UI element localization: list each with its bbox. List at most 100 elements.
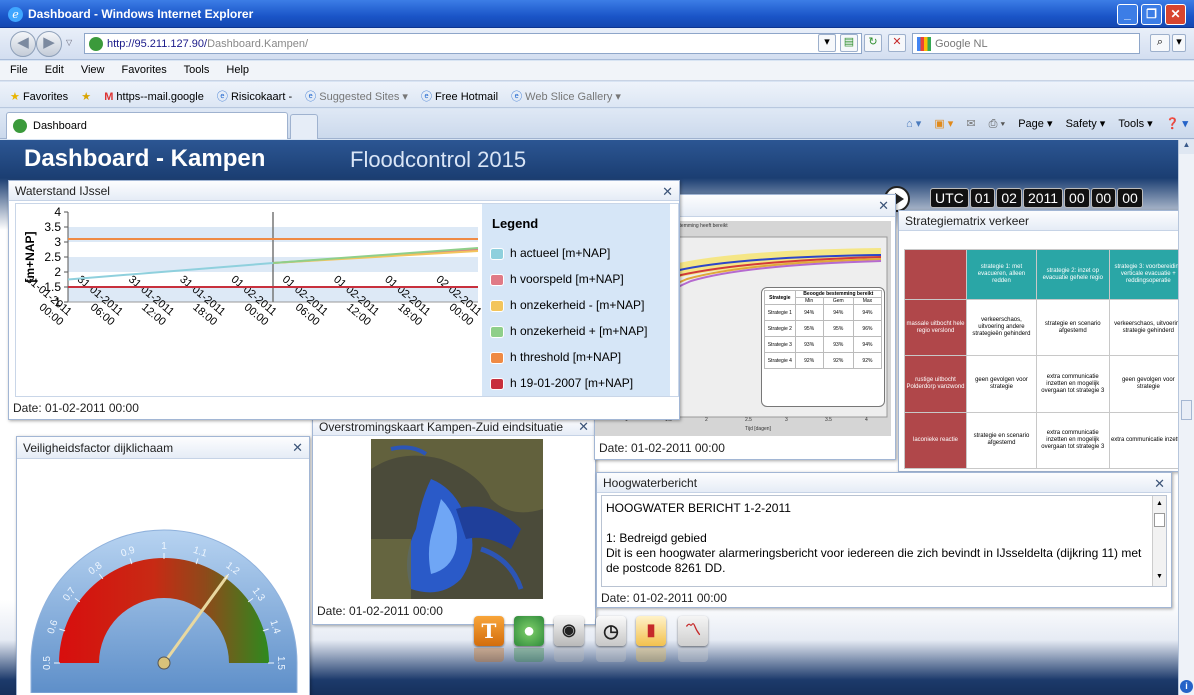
window-titlebar: Dashboard - Windows Internet Explorer <box>0 0 1194 28</box>
matrix-cell: verkeerschaos, uitvoering strategie gehi… <box>1108 299 1178 357</box>
menu-view[interactable]: View <box>81 64 105 76</box>
menu-help[interactable]: Help <box>226 64 249 76</box>
overstroming-date: Date: 01-02-2011 00:00 <box>317 604 443 618</box>
stop-icon[interactable]: ✕ <box>888 34 906 52</box>
evac-table-cell: Strategie 2 <box>764 320 796 337</box>
tab-dashboard[interactable]: Dashboard <box>6 112 288 139</box>
fav-suggested-label: Suggested Sites ▾ <box>319 91 408 103</box>
menu-edit[interactable]: Edit <box>45 64 64 76</box>
y-tick-label: 3 <box>54 235 61 249</box>
camera-icon[interactable]: ◉ <box>554 616 584 646</box>
evac-table-cell: 94% <box>794 304 824 321</box>
search-go-icon[interactable]: ⌕ <box>1150 34 1170 52</box>
scroll-up-icon[interactable]: ▲ <box>1179 140 1194 154</box>
fav-web-slice[interactable]: ⓔ Web Slice Gallery ▾ <box>511 91 621 103</box>
help-icon[interactable]: ❓ ▾ <box>1166 118 1188 130</box>
matrix-corner <box>904 248 967 301</box>
search-options-icon[interactable]: ▾ <box>1172 34 1186 52</box>
evac-table-row: Strategie 4 92% 92% 92% <box>764 352 883 369</box>
forward-button[interactable]: ▶ <box>36 31 62 57</box>
y-tick-label: 2.5 <box>44 250 61 264</box>
safety-menu[interactable]: Safety ▾ <box>1066 118 1106 130</box>
minimize-button[interactable]: _ <box>1117 4 1138 25</box>
globe-icon[interactable]: ● <box>514 616 544 646</box>
hoogwater-header[interactable]: Hoogwaterbericht ✕ <box>597 473 1171 493</box>
google-icon <box>917 37 931 51</box>
matrix-row-head-3: laconieke reactie <box>904 411 967 470</box>
fav-gmail[interactable]: M https--mail.google <box>104 91 204 103</box>
scroll-thumb[interactable] <box>1181 400 1192 420</box>
url-dropdown-icon[interactable]: ▾ <box>818 34 836 52</box>
menu-favorites[interactable]: Favorites <box>122 64 167 76</box>
legend: Legend h actueel [m+NAP] h voorspeld [m+N… <box>482 204 670 396</box>
gauge-hub <box>157 656 171 670</box>
home-icon[interactable]: ⌂ ▾ <box>906 118 921 130</box>
utc-prefix: UTC <box>930 188 969 208</box>
line-chart-icon[interactable]: 〽 <box>678 616 708 646</box>
fav-suggested-sites[interactable]: ⓔ Suggested Sites ▾ <box>305 91 408 103</box>
favorites-button[interactable]: ★ Favorites <box>10 91 68 103</box>
search-placeholder: Google NL <box>935 38 988 50</box>
address-toolbar: ◀ ▶ ▽ http://95.211.127.90/Dashboard.Kam… <box>0 28 1194 60</box>
legend-item: h actueel [m+NAP] <box>490 246 610 260</box>
close-icon[interactable]: ✕ <box>292 440 303 456</box>
overstroming-header[interactable]: Overstromingskaart Kampen-Zuid eindsitua… <box>313 418 595 436</box>
menu-file[interactable]: File <box>10 64 28 76</box>
text-tool-icon[interactable]: T <box>474 616 504 646</box>
overstroming-panel: Overstromingskaart Kampen-Zuid eindsitua… <box>312 417 596 625</box>
legend-swatch <box>490 351 504 364</box>
page-menu[interactable]: Page ▾ <box>1018 118 1052 130</box>
page-scrollbar[interactable]: ▲ i <box>1178 140 1194 695</box>
toolbar-reflection <box>636 648 666 662</box>
legend-label: h onzekerheid + [m+NAP] <box>510 324 648 338</box>
evac-table-cell: Strategie 1 <box>764 304 796 321</box>
app-subtitle: Floodcontrol 2015 <box>350 147 527 172</box>
legend-label: h 19-01-2007 [m+NAP] <box>510 376 634 390</box>
search-input[interactable]: Google NL <box>912 33 1140 54</box>
tab-label: Dashboard <box>33 120 87 132</box>
fav-hotmail[interactable]: ⓔ Free Hotmail <box>421 91 498 103</box>
info-icon[interactable]: i <box>1180 680 1193 693</box>
history-dropdown-icon[interactable]: ▽ <box>66 38 72 47</box>
veiligheid-header[interactable]: Veiligheidsfactor dijklichaam ✕ <box>17 437 309 459</box>
back-button[interactable]: ◀ <box>10 31 36 57</box>
legend-label: h threshold [m+NAP] <box>510 350 622 364</box>
evac-table-cell: 94% <box>852 304 883 321</box>
clock-month: 02 <box>996 188 1022 208</box>
gmail-icon: M <box>104 91 114 103</box>
menu-tools[interactable]: Tools <box>184 64 210 76</box>
close-icon[interactable]: ✕ <box>878 198 889 214</box>
url-input[interactable]: http://95.211.127.90/Dashboard.Kampen/ <box>84 33 862 54</box>
feeds-icon[interactable]: ▣ ▾ <box>934 118 953 130</box>
evac-table-cell: 95% <box>794 320 824 337</box>
close-icon[interactable]: ✕ <box>578 419 589 435</box>
bar-chart-icon[interactable]: ▮ <box>636 616 666 646</box>
gauge-tick-label: 1 <box>161 541 167 552</box>
gauge-tick-label: 0.5 <box>42 656 53 670</box>
legend-swatch <box>490 377 504 390</box>
close-icon[interactable]: ✕ <box>1154 476 1165 492</box>
print-icon[interactable]: ⎙ ▾ <box>989 118 1005 130</box>
compatibility-view-icon[interactable]: ▤ <box>840 34 858 52</box>
strategie-header[interactable]: Strategiematrix verkeer <box>899 211 1178 231</box>
fav-risicokaart[interactable]: ⓔ Risicokaart - <box>217 91 292 103</box>
evac-x-tick: 2 <box>705 417 708 423</box>
tools-menu[interactable]: Tools ▾ <box>1118 118 1152 130</box>
waterstand-title: Waterstand IJssel <box>15 184 110 198</box>
close-icon[interactable]: ✕ <box>662 184 673 200</box>
close-window-button[interactable]: ✕ <box>1165 4 1186 25</box>
fav-hotmail-label: Free Hotmail <box>435 91 499 103</box>
refresh-icon[interactable]: ↻ <box>864 34 882 52</box>
add-favorite-icon[interactable]: ★ <box>81 91 91 103</box>
maximize-button[interactable]: ❐ <box>1141 4 1162 25</box>
clock-icon[interactable]: ◷ <box>596 616 626 646</box>
message-scrollbar[interactable]: ▲ ▼ <box>1152 496 1166 586</box>
hoogwater-message[interactable]: HOOGWATER BERICHT 1-2-2011 1: Bedreigd g… <box>601 495 1167 587</box>
matrix-col-2: strategie 2: inzet op evacuatie gehele r… <box>1035 248 1110 301</box>
command-bar: ⌂ ▾ ▣ ▾ ✉ ⎙ ▾ Page ▾ Safety ▾ Tools ▾ ❓ … <box>896 117 1188 131</box>
new-tab-button[interactable] <box>290 114 318 139</box>
mail-icon[interactable]: ✉ <box>966 118 975 130</box>
waterstand-header[interactable]: Waterstand IJssel ✕ <box>9 181 679 201</box>
evac-x-tick: 2.5 <box>745 417 752 423</box>
clock-second: 00 <box>1117 188 1143 208</box>
